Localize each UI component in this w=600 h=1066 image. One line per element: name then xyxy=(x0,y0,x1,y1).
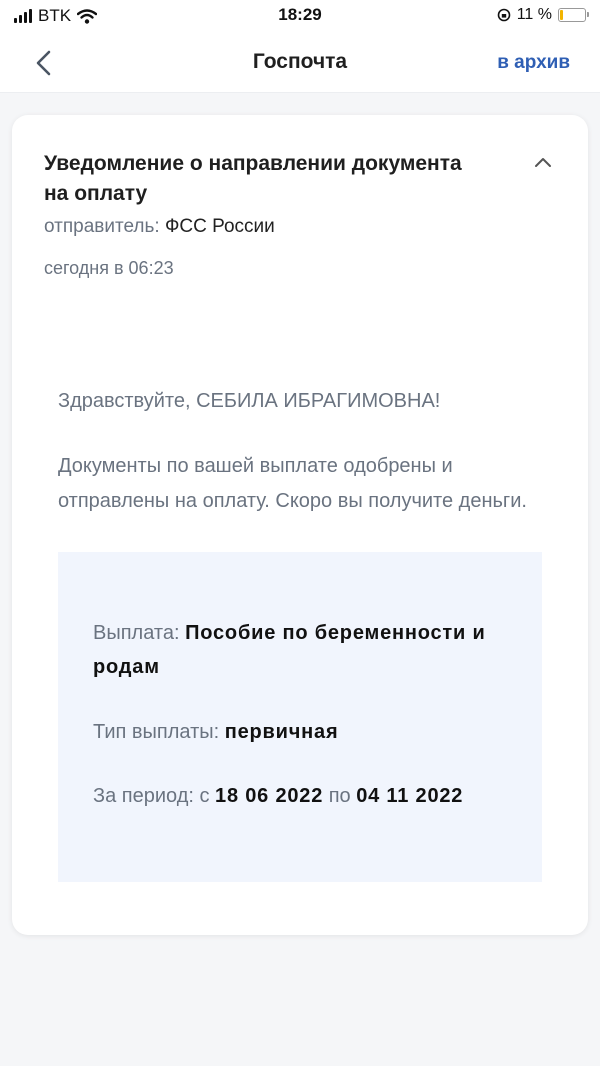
period-to: 04 11 2022 xyxy=(356,785,464,807)
payment-period-row: За период: с 18 06 2022 по 04 11 2022 xyxy=(93,779,513,813)
payment-details: Выплата: Пособие по беременности и родам… xyxy=(58,552,542,882)
period-label: За период: с xyxy=(93,785,210,807)
message-card: Уведомление о направлении документа на о… xyxy=(12,115,588,935)
body-text: Документы по вашей выплате одобрены и от… xyxy=(58,455,527,512)
battery-percent: 11 % xyxy=(516,6,552,23)
sender-label: отправитель: xyxy=(44,216,160,237)
message-sender: отправитель: ФСС России xyxy=(44,216,275,238)
payment-type-label: Тип выплаты: xyxy=(93,721,220,743)
period-from: 18 06 2022 xyxy=(215,785,324,807)
payment-row: Выплата: Пособие по беременности и родам xyxy=(93,616,513,684)
status-right: 11 % xyxy=(497,6,589,24)
battery-icon xyxy=(558,8,589,22)
message-date: сегодня в 06:23 xyxy=(44,258,174,278)
greeting-text: Здравствуйте, СЕБИЛА ИБРАГИМОВНА! xyxy=(58,390,441,412)
archive-button[interactable]: в архив xyxy=(497,52,570,74)
chevron-up-icon[interactable] xyxy=(534,155,552,169)
period-to-label: по xyxy=(328,785,351,807)
payment-label: Выплата: xyxy=(93,622,180,644)
nav-bar: Госпочта в архив xyxy=(0,34,600,93)
status-bar: BTK 18:29 11 % xyxy=(0,0,600,34)
sender-value: ФСС России xyxy=(164,216,275,237)
payment-type-row: Тип выплаты: первичная xyxy=(93,715,513,749)
orientation-lock-icon xyxy=(497,8,511,22)
message-title: Уведомление о направлении документа на о… xyxy=(44,152,462,205)
payment-type-value: первичная xyxy=(224,721,339,743)
